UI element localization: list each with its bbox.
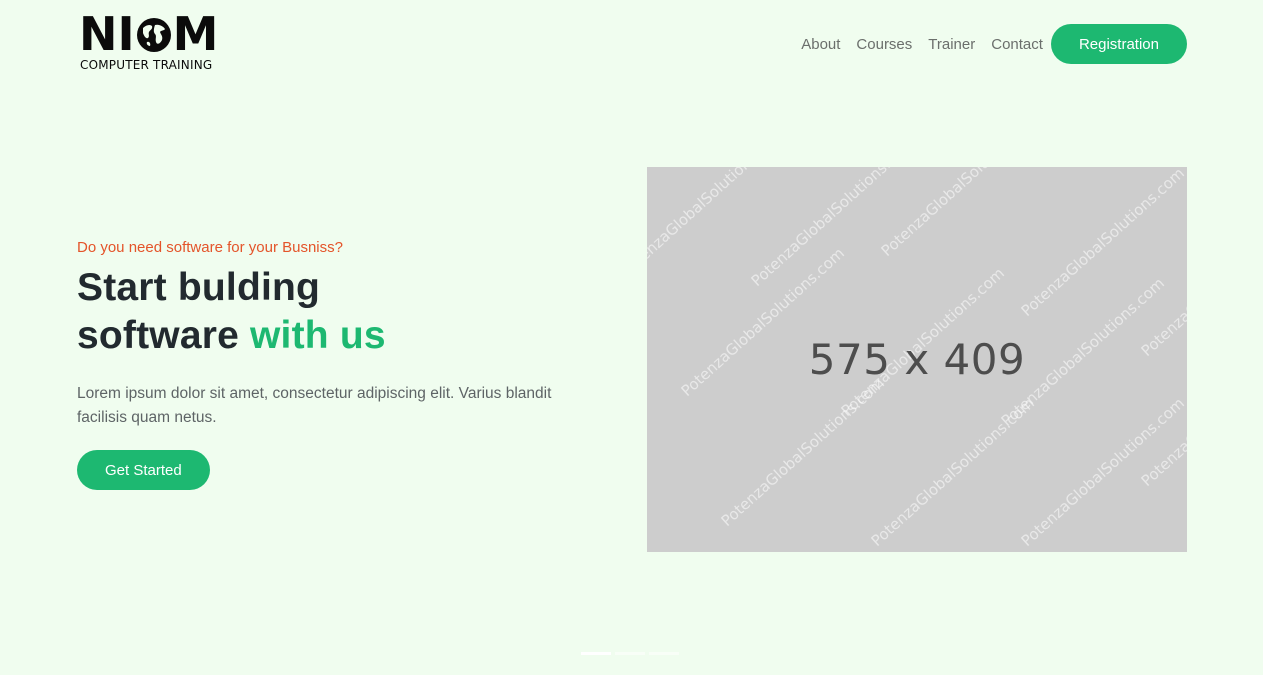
logo[interactable]: NI M COMPUTER TRAINING — [79, 7, 229, 76]
get-started-button[interactable]: Get Started — [77, 450, 210, 490]
nav-link-trainer[interactable]: Trainer — [928, 36, 975, 53]
logo-text-part2: M — [172, 7, 219, 61]
main-nav: About Courses Trainer Contact Registrati… — [801, 24, 1187, 64]
carousel-indicator[interactable] — [581, 652, 611, 655]
nav-link-courses[interactable]: Courses — [856, 36, 912, 53]
carousel-indicator[interactable] — [615, 652, 645, 655]
nav-link-about[interactable]: About — [801, 36, 840, 53]
carousel-indicators — [581, 652, 679, 655]
watermark-text: PotenzaGlobalSolutions.com — [1018, 167, 1187, 170]
hero-image-placeholder: PotenzaGlobalSolutions.com PotenzaGlobalS… — [647, 167, 1187, 552]
hero-headline-line2: software — [77, 314, 251, 357]
nav-link-contact[interactable]: Contact — [991, 36, 1043, 53]
watermark-text: PotenzaGlobalSolutions.com — [878, 167, 1048, 260]
watermark-text: PotenzaGlobalSolutions.com — [868, 394, 1038, 550]
logo-subtitle: COMPUTER TRAINING — [80, 58, 213, 72]
hero-headline-line1: Start bulding — [77, 266, 321, 309]
watermark-text: PotenzaGlobalSolutions.com — [748, 167, 918, 290]
watermark-text: PotenzaGlobalSolutions.com — [718, 374, 888, 530]
globe-icon — [136, 15, 172, 52]
logo-wordmark: NI M — [79, 7, 219, 61]
page: NI M COMPUTER TRAINING About Courses Tra… — [0, 0, 1263, 675]
logo-text-part1: NI — [79, 7, 135, 61]
placeholder-size-label: 575 x 409 — [808, 335, 1026, 384]
hero-headline-accent: with us — [250, 314, 386, 357]
hero-headline: Start bulding software with us — [77, 264, 597, 360]
registration-button[interactable]: Registration — [1050, 24, 1187, 64]
site-header: NI M COMPUTER TRAINING About Courses Tra… — [0, 0, 1263, 90]
carousel-indicator[interactable] — [649, 652, 679, 655]
hero-lead: Lorem ipsum dolor sit amet, consectetur … — [77, 385, 552, 426]
hero-content: Do you need software for your Busniss? S… — [77, 238, 597, 490]
hero-eyebrow: Do you need software for your Busniss? — [77, 239, 343, 256]
watermark-text: PotenzaGlobalSolutions.com — [1018, 167, 1187, 320]
